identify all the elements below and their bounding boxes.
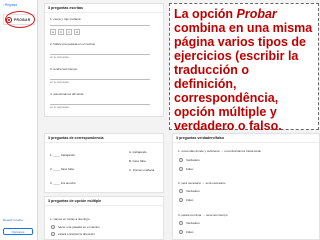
question-2: 2. había una pasada en el camino — [50, 42, 96, 46]
match-right-b: B. hace falta — [129, 159, 146, 163]
repeat-test-link[interactable]: Repetir prueba — [3, 218, 23, 222]
tf-question-1: 1. recuerdas dónde y suficiente → encont… — [178, 149, 262, 153]
true-option[interactable]: Verdadero — [186, 221, 200, 225]
choice-d[interactable]: d — [74, 29, 80, 35]
annotation-callout: La opción Probar combina en una misma pá… — [169, 3, 319, 133]
answer-hint: en tu respuesta… — [50, 81, 72, 84]
multiple-choice-card: 3 preguntas de opción múltiple 1. vamos … — [44, 196, 164, 240]
options-button[interactable]: Opciones — [3, 228, 33, 235]
match-left-2[interactable]: 2. ____ hace falta — [50, 167, 74, 171]
answer-line[interactable] — [50, 54, 150, 55]
section-title: 3 preguntas escritas — [45, 4, 163, 13]
answer-line[interactable] — [50, 25, 150, 26]
answer-hint: en tu respuesta… — [50, 56, 72, 59]
match-right-a: A. trabajando — [129, 150, 147, 154]
answer-hint: en tu respuesta… — [50, 106, 72, 109]
true-option[interactable]: Verdadero — [186, 158, 200, 162]
question-4: 4. estuviéramos allí tarde — [50, 92, 84, 96]
tf-radio[interactable] — [179, 198, 183, 202]
highlight-ring — [5, 11, 35, 28]
callout-text-end: combina en una misma página varios tipos… — [174, 21, 313, 133]
mc-question-1: 1. vamos en tortas a domingo — [50, 217, 90, 221]
tf-question-2: 2. será necesario → será necesario — [178, 181, 226, 185]
tf-radio[interactable] — [179, 167, 183, 171]
mc-option-1[interactable]: hacer una pasada en el camino — [58, 225, 100, 229]
false-option[interactable]: Falso — [186, 198, 193, 202]
tf-radio[interactable] — [179, 189, 183, 193]
false-option[interactable]: Falso — [186, 230, 193, 234]
mc-radio[interactable] — [51, 232, 55, 236]
true-false-card: 3 preguntas verdadero/falso 1. recuerdas… — [172, 133, 320, 240]
false-option[interactable]: Falso — [186, 167, 193, 171]
choice-b[interactable]: b — [58, 29, 64, 35]
section-title: 3 preguntas de opción múltiple — [45, 197, 163, 206]
matching-questions-card: 3 preguntas de correspondencia 1. ____ t… — [44, 133, 164, 193]
choice-a[interactable]: a — [50, 29, 56, 35]
callout-text-start: La opción — [174, 7, 237, 21]
match-right-c: C. iríamos mañana — [129, 168, 155, 172]
answer-line[interactable] — [50, 104, 150, 105]
left-sidebar: ‹ Regresa PROBAR Repetir prueba Opciones — [0, 0, 38, 240]
match-left-3[interactable]: 3. ____ iría anoche — [50, 181, 76, 185]
back-link[interactable]: ‹ Regresa — [3, 3, 17, 7]
mc-radio[interactable] — [51, 225, 55, 229]
section-title: 3 preguntas verdadero/falso — [173, 134, 319, 143]
tf-radio[interactable] — [179, 221, 183, 225]
question-1: 1. cerca y rojo mañana — [50, 17, 81, 21]
true-option[interactable]: Verdadero — [186, 189, 200, 193]
callout-text: La opción Probar combina en una misma pá… — [174, 7, 314, 133]
section-title: 3 preguntas de correspondencia — [45, 134, 163, 143]
mc-option-2[interactable]: estará encantar la dirección — [58, 232, 95, 236]
question-3: 3. tendremos tiempo — [50, 67, 78, 71]
written-questions-card: 3 preguntas escritas 1. cerca y rojo mañ… — [44, 3, 164, 117]
answer-line[interactable] — [50, 79, 150, 80]
tf-radio[interactable] — [179, 158, 183, 162]
tf-question-3: 3. estaré terminar → tenemos tiempo — [178, 213, 228, 217]
match-left-1[interactable]: 1. ____ trabajando — [50, 153, 75, 157]
tf-radio[interactable] — [179, 230, 183, 234]
callout-emphasis: Probar — [236, 7, 277, 21]
choice-c[interactable]: c — [66, 29, 72, 35]
